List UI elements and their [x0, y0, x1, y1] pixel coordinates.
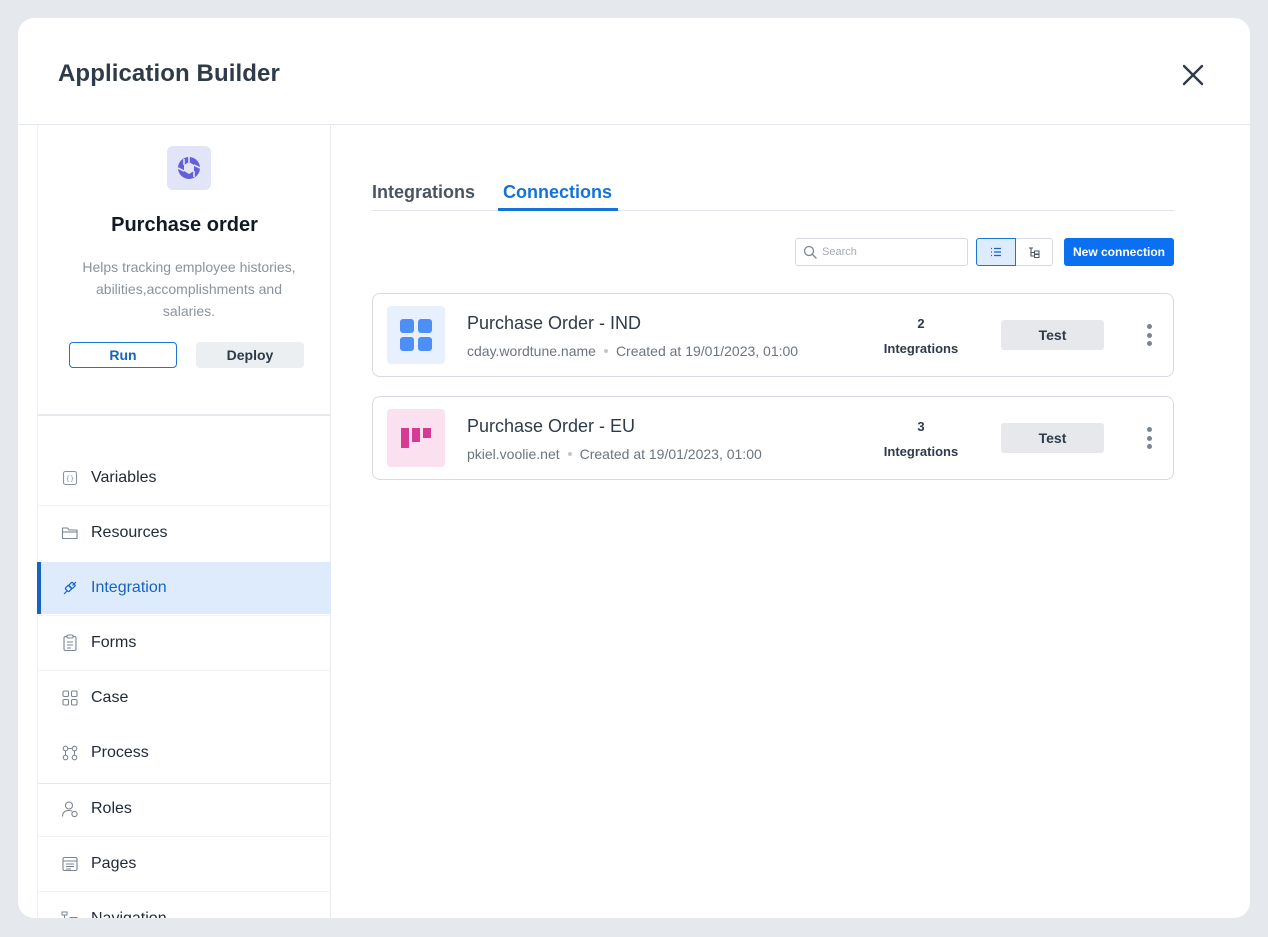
integration-count: 3 — [917, 419, 925, 434]
svg-text:{}: {} — [66, 475, 74, 483]
app-name: Purchase order — [111, 214, 258, 236]
tab-integrations[interactable]: Integrations — [372, 182, 475, 203]
connection-name: Purchase Order - EU — [467, 416, 636, 436]
connection-meta: cday.wordtune.name Created at 19/01/2023,… — [467, 343, 798, 359]
divider — [38, 615, 331, 616]
deploy-button[interactable]: Deploy — [196, 342, 304, 368]
more-options-icon[interactable] — [1139, 425, 1159, 451]
list-view-toggle[interactable] — [976, 238, 1016, 266]
more-options-icon[interactable] — [1139, 322, 1159, 348]
search-input[interactable] — [822, 242, 962, 262]
app-description: Helps tracking employee histories, abili… — [82, 259, 296, 319]
connection-meta: pkiel.voolie.net Created at 19/01/2023, 0… — [467, 446, 762, 462]
board-icon — [401, 428, 431, 448]
sidebar-item-label: Case — [91, 689, 129, 706]
sidebar-item-label: Pages — [91, 855, 137, 872]
sidebar-item-resources[interactable]: Resources — [38, 507, 331, 559]
sidebar-item-label: Resources — [91, 524, 168, 541]
connection-created: Created at 19/01/2023, 01:00 — [615, 343, 799, 359]
plug-icon — [60, 578, 80, 598]
sidebar: Purchase order Helps tracking employee h… — [37, 125, 331, 918]
tree-icon — [60, 909, 80, 918]
sidebar-item-label: Variables — [91, 469, 157, 486]
grid-icon — [60, 688, 80, 708]
tab-connections[interactable]: Connections — [503, 182, 612, 203]
active-tab-indicator — [498, 208, 618, 211]
sidebar-item-label: Process — [91, 744, 149, 761]
variables-icon: {} — [60, 468, 80, 488]
user-roles-icon — [60, 799, 80, 819]
test-button[interactable]: Test — [1001, 423, 1104, 453]
connection-logo — [387, 306, 445, 364]
sidebar-item-label: Navigation — [91, 910, 167, 918]
folder-icon — [60, 523, 80, 543]
sidebar-item-forms[interactable]: Forms — [38, 617, 331, 669]
sidebar-item-label: Integration — [91, 579, 167, 596]
separator-dot — [567, 451, 572, 456]
test-button[interactable]: Test — [1001, 320, 1104, 350]
divider — [38, 505, 331, 506]
integration-count-label: Integrations — [883, 341, 959, 356]
connection-card[interactable]: Purchase Order - IND cday.wordtune.name C… — [372, 293, 1174, 377]
list-view-icon — [991, 247, 1001, 257]
divider — [38, 670, 331, 671]
sidebar-item-process[interactable]: Process — [38, 727, 331, 779]
sidebar-item-variables[interactable]: {} Variables — [38, 452, 331, 504]
connection-logo — [387, 409, 445, 467]
sidebar-item-roles[interactable]: Roles — [38, 783, 331, 835]
close-button[interactable] — [1176, 58, 1210, 92]
sidebar-item-label: Forms — [91, 634, 137, 651]
tabs-divider — [372, 210, 1174, 211]
connection-card[interactable]: Purchase Order - EU pkiel.voolie.net Crea… — [372, 396, 1174, 480]
aperture-icon — [177, 157, 201, 179]
integration-count: 2 — [917, 316, 925, 331]
pages-icon — [60, 854, 80, 874]
connection-domain: pkiel.voolie.net — [467, 446, 560, 462]
new-connection-button[interactable]: New connection — [1064, 238, 1174, 266]
tiles-icon — [400, 319, 432, 351]
connection-domain: cday.wordtune.name — [467, 343, 596, 359]
search-icon — [803, 245, 817, 259]
search-field — [795, 238, 968, 266]
sidebar-item-case[interactable]: Case — [38, 672, 331, 724]
divider — [38, 836, 331, 837]
integration-count-label: Integrations — [883, 444, 959, 459]
connection-created: Created at 19/01/2023, 01:00 — [579, 446, 762, 462]
close-icon — [1182, 64, 1204, 86]
separator-dot — [603, 348, 608, 353]
sidebar-item-label: Roles — [91, 800, 132, 817]
tree-view-toggle[interactable] — [1016, 238, 1053, 266]
sidebar-item-integration[interactable]: Integration — [37, 562, 331, 614]
connection-name: Purchase Order - IND — [467, 313, 642, 333]
process-icon — [60, 743, 80, 763]
application-builder-window: Application Builder Purchase order Helps… — [18, 18, 1250, 918]
sidebar-item-navigation[interactable]: Navigation — [38, 893, 331, 918]
tree-view-icon — [1029, 246, 1040, 258]
app-logo — [167, 146, 211, 190]
app-summary-card: Purchase order Helps tracking employee h… — [38, 125, 331, 416]
window-header: Application Builder — [18, 18, 1250, 125]
divider — [38, 891, 331, 892]
sidebar-item-pages[interactable]: Pages — [38, 838, 331, 890]
clipboard-icon — [60, 633, 80, 653]
run-button[interactable]: Run — [69, 342, 177, 368]
window-title: Application Builder — [58, 60, 280, 87]
